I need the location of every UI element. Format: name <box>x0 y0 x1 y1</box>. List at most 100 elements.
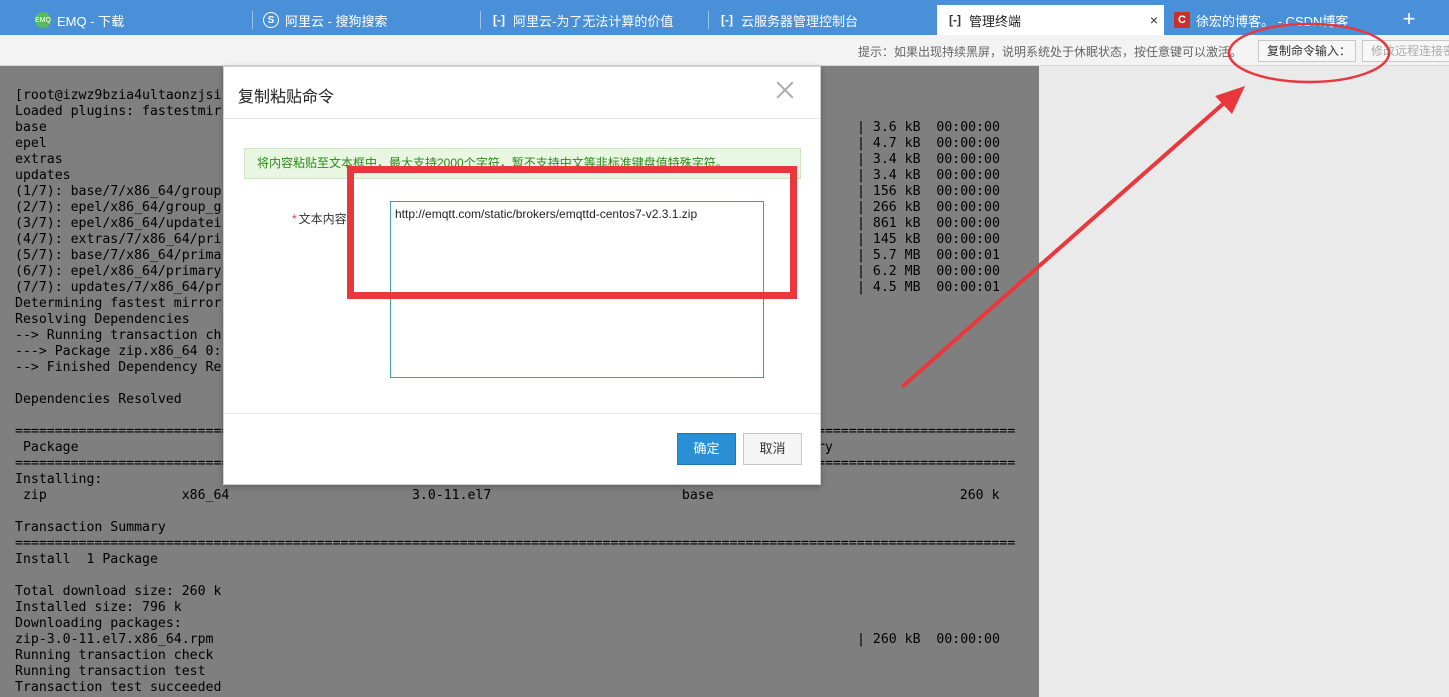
tab-sogou-search[interactable]: S 阿里云 - 搜狗搜索 <box>253 5 481 35</box>
tab-csdn-blog[interactable]: C 徐宏的博客。 - CSDN博客 <box>1164 5 1389 35</box>
terminal-line: --> Finished Dependency Re <box>15 360 221 376</box>
terminal-line-progress: | 3.4 kB 00:00:00 <box>857 168 1000 183</box>
terminal-line-text: (6/7): epel/x86_64/primary <box>15 264 222 279</box>
terminal-line: ========================================… <box>15 536 1015 552</box>
tab-management-terminal[interactable]: [-] 管理终端 × <box>937 5 1164 35</box>
tab-label: 云服务器管理控制台 <box>741 13 859 29</box>
tab-label: 阿里云-为了无法计算的价值 <box>513 13 674 29</box>
terminal-line: Resolving Dependencies <box>15 312 190 328</box>
annotation-highlight-box <box>347 166 797 299</box>
terminal-margin <box>0 66 14 697</box>
tab-ecs-console[interactable]: [-] 云服务器管理控制台 <box>709 5 937 35</box>
terminal-line-text: ========================================… <box>15 536 1016 551</box>
terminal-line: epel | 4.7 kB 00:00:00 <box>15 136 1000 152</box>
terminal-line-text: Installed size: 796 k <box>15 600 182 615</box>
terminal-line-text: --> Running transaction ch <box>15 328 222 343</box>
terminal-line: Running transaction test <box>15 664 206 680</box>
modify-remote-password-button[interactable]: 修改远程连接密码 <box>1362 40 1449 62</box>
terminal-line-progress: | 156 kB 00:00:00 <box>857 184 1000 199</box>
sleep-hint-text: 提示：如果出现持续黑屏，说明系统处于休眠状态，按任意键可以激活。 <box>858 45 1243 59</box>
terminal-line-text: Resolving Dependencies <box>15 312 190 327</box>
terminal-line-progress: | 3.4 kB 00:00:00 <box>857 152 1000 167</box>
terminal-line-progress: | 145 kB 00:00:00 <box>857 232 1000 247</box>
terminal-line: Dependencies Resolved <box>15 392 182 408</box>
terminal-line: zip x86_64 3.0-11.el7 base 260 k <box>15 488 1000 504</box>
field-label-text: 文本内容 <box>298 212 347 226</box>
terminal-line-text: Loaded plugins: fastestmir <box>15 104 222 119</box>
new-tab-button[interactable]: + <box>1396 5 1422 35</box>
aliyun-icon: [-] <box>949 13 961 27</box>
terminal-line: (2/7): epel/x86_64/group_g | 266 kB 00:00… <box>15 200 1000 216</box>
tab-aliyun-home[interactable]: [-] 阿里云-为了无法计算的价值 <box>481 5 709 35</box>
terminal-line-text: base <box>15 120 47 135</box>
terminal-line: ---> Package zip.x86_64 0: <box>15 344 221 360</box>
terminal-line-text: --> Finished Dependency Re <box>15 360 222 375</box>
tab-emq-download[interactable]: EMQ EMQ - 下载 <box>25 5 253 35</box>
terminal-line-text: Running transaction check <box>15 648 214 663</box>
terminal-line: (6/7): epel/x86_64/primary | 6.2 MB 00:00… <box>15 264 1000 280</box>
terminal-line-text: Downloading packages: <box>15 616 182 631</box>
sogou-icon: S <box>263 12 279 28</box>
terminal-line-text: Transaction Summary <box>15 520 166 535</box>
dialog-title: 复制粘贴命令 <box>238 89 335 106</box>
terminal-line: (4/7): extras/7/x86_64/pri | 145 kB 00:00… <box>15 232 1000 248</box>
terminal-line-text: (3/7): epel/x86_64/updatei <box>15 216 222 231</box>
terminal-line-text: Running transaction test <box>15 664 206 679</box>
terminal-line-progress: | 266 kB 00:00:00 <box>857 200 1000 215</box>
terminal-line-text: [root@izwz9bzia4ultaonzjsi <box>15 88 222 103</box>
terminal-line-text: Install 1 Package <box>15 552 158 567</box>
terminal-line: Determining fastest mirror <box>15 296 221 312</box>
terminal-line-text: updates <box>15 168 71 183</box>
terminal-line-text: Package <box>15 440 79 455</box>
terminal-line-progress: | 260 kB 00:00:00 <box>857 632 1000 647</box>
terminal-line: (5/7): base/7/x86_64/prima | 5.7 MB 00:00… <box>15 248 1000 264</box>
tab-label: EMQ - 下载 <box>57 13 125 29</box>
terminal-line-text: Transaction test succeeded <box>15 680 222 695</box>
csdn-icon: C <box>1174 12 1190 28</box>
terminal-line: Packageory Size <box>15 440 833 456</box>
terminal-line-text: (4/7): extras/7/x86_64/pri <box>15 232 222 247</box>
terminal-line-text: Determining fastest mirror <box>15 296 222 311</box>
terminal-line: updates | 3.4 kB 00:00:00 <box>15 168 1000 184</box>
browser-tab-bar: EMQ EMQ - 下载 S 阿里云 - 搜狗搜索 [-] 阿里云-为了无法计算… <box>0 0 1449 35</box>
tab-label: 徐宏的博客。 - CSDN博客 <box>1196 13 1349 29</box>
terminal-line: Loaded plugins: fastestmir <box>15 104 221 120</box>
terminal-line-text: Total download size: 260 k <box>15 584 222 599</box>
terminal-line: zip-3.0-11.el7.x86_64.rpm | 260 kB 00:00:… <box>15 632 1000 648</box>
terminal-line: Install 1 Package <box>15 552 158 568</box>
terminal-line: Downloading packages: <box>15 616 182 632</box>
terminal-line-text: zip-3.0-11.el7.x86_64.rpm <box>15 632 214 647</box>
terminal-line-progress: | 3.6 kB 00:00:00 <box>857 120 1000 135</box>
page-background <box>1039 66 1449 697</box>
terminal-line: (1/7): base/7/x86_64/group | 156 kB 00:00… <box>15 184 1000 200</box>
terminal-line-text: ---> Package zip.x86_64 0: <box>15 344 222 359</box>
terminal-line-text: (1/7): base/7/x86_64/group <box>15 184 222 199</box>
terminal-line: Transaction Summary <box>15 520 166 536</box>
terminal-line-progress: | 5.7 MB 00:00:01 <box>857 248 1000 263</box>
terminal-line: --> Running transaction ch <box>15 328 221 344</box>
tab-label: 管理终端 <box>969 13 1022 29</box>
terminal-line-text: epel <box>15 136 47 151</box>
cancel-button[interactable]: 取消 <box>743 433 802 465</box>
close-icon[interactable] <box>774 79 796 101</box>
terminal-line-text: zip x86_64 3.0-11.el7 base 260 k <box>15 488 1000 503</box>
terminal-line-text: Installing: <box>15 472 103 487</box>
terminal-line-text: Dependencies Resolved <box>15 392 182 407</box>
terminal-line: Total download size: 260 k <box>15 584 221 600</box>
terminal-line-text: (2/7): epel/x86_64/group_g <box>15 200 222 215</box>
terminal-line: (3/7): epel/x86_64/updatei | 861 kB 00:00… <box>15 216 1000 232</box>
dialog-footer-divider <box>224 413 820 414</box>
required-mark: * <box>292 212 297 226</box>
terminal-line-text: (5/7): base/7/x86_64/prima <box>15 248 222 263</box>
text-content-label: * 文本内容 <box>292 210 347 227</box>
aliyun-icon: [-] <box>493 13 505 27</box>
emq-logo-icon: EMQ <box>35 12 51 28</box>
terminal-line-progress: | 4.7 kB 00:00:00 <box>857 136 1000 151</box>
terminal-line: Transaction test succeeded <box>15 680 221 696</box>
confirm-button[interactable]: 确定 <box>677 433 736 465</box>
copy-command-input-button[interactable]: 复制命令输入： <box>1258 40 1356 62</box>
close-icon[interactable]: × <box>1150 12 1158 28</box>
tab-label: 阿里云 - 搜狗搜索 <box>285 13 388 29</box>
terminal-line: Running transaction check <box>15 648 214 664</box>
terminal-line-progress: | 6.2 MB 00:00:00 <box>857 264 1000 279</box>
